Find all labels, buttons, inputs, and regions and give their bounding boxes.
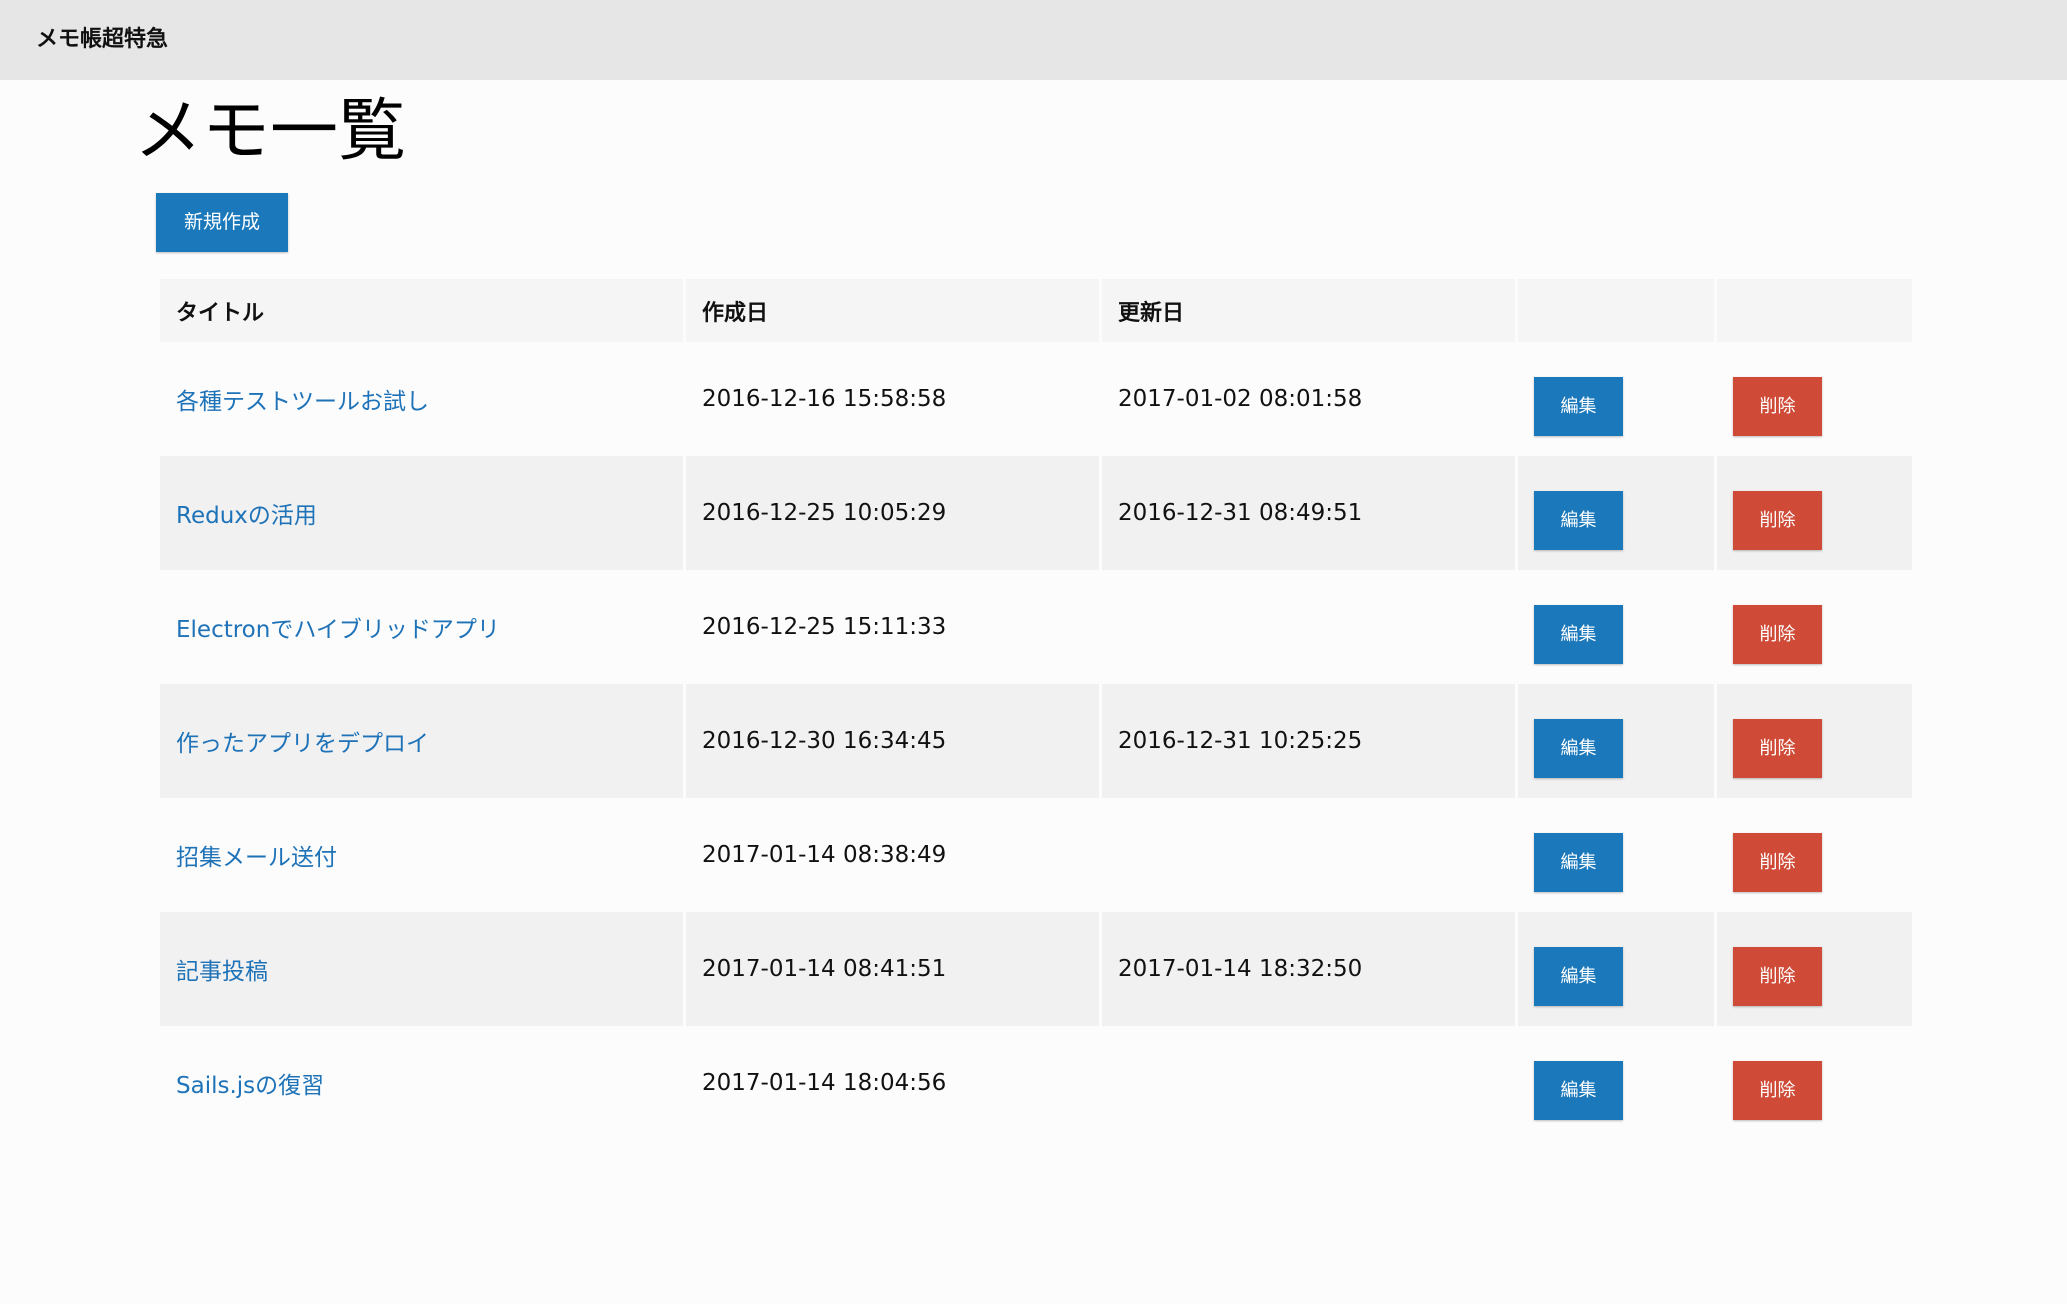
- edit-cell: 編集: [1518, 570, 1714, 684]
- title-cell: Sails.jsの復習: [160, 1026, 683, 1140]
- title-cell: 記事投稿: [160, 912, 683, 1026]
- updated-cell: 2017-01-02 08:01:58: [1102, 342, 1515, 456]
- created-cell: 2017-01-14 08:38:49: [686, 798, 1099, 912]
- title-cell: 各種テストツールお試し: [160, 342, 683, 456]
- updated-cell: [1102, 798, 1515, 912]
- delete-cell: 削除: [1717, 456, 1912, 570]
- table-row: Electronでハイブリッドアプリ 2016-12-25 15:11:33 編…: [160, 570, 1912, 684]
- edit-button[interactable]: 編集: [1534, 719, 1623, 778]
- memo-title-link[interactable]: Reduxの活用: [176, 503, 317, 529]
- edit-cell: 編集: [1518, 342, 1714, 456]
- delete-button[interactable]: 削除: [1733, 947, 1822, 1006]
- updated-cell: [1102, 570, 1515, 684]
- delete-button[interactable]: 削除: [1733, 833, 1822, 892]
- title-cell: Reduxの活用: [160, 456, 683, 570]
- title-cell: 招集メール送付: [160, 798, 683, 912]
- memo-title-link[interactable]: 作ったアプリをデプロイ: [176, 731, 429, 757]
- memo-title-link[interactable]: Electronでハイブリッドアプリ: [176, 617, 500, 643]
- memo-title-link[interactable]: 各種テストツールお試し: [176, 389, 429, 415]
- table-header-row: タイトル 作成日 更新日: [160, 279, 1912, 342]
- delete-button[interactable]: 削除: [1733, 605, 1822, 664]
- updated-cell: 2016-12-31 08:49:51: [1102, 456, 1515, 570]
- column-header-created: 作成日: [686, 279, 1099, 342]
- column-header-delete: [1717, 279, 1912, 342]
- delete-button[interactable]: 削除: [1733, 719, 1822, 778]
- edit-button[interactable]: 編集: [1534, 605, 1623, 664]
- table-row: 作ったアプリをデプロイ 2016-12-30 16:34:45 2016-12-…: [160, 684, 1912, 798]
- memo-title-link[interactable]: Sails.jsの復習: [176, 1073, 324, 1099]
- edit-cell: 編集: [1518, 912, 1714, 1026]
- memo-table: タイトル 作成日 更新日 各種テストツールお試し 2016-12-16 15:5…: [157, 279, 1915, 1140]
- edit-button[interactable]: 編集: [1534, 1061, 1623, 1120]
- table-row: 各種テストツールお試し 2016-12-16 15:58:58 2017-01-…: [160, 342, 1912, 456]
- created-cell: 2017-01-14 18:04:56: [686, 1026, 1099, 1140]
- top-navbar: メモ帳超特急: [0, 0, 2067, 80]
- updated-cell: [1102, 1026, 1515, 1140]
- edit-cell: 編集: [1518, 456, 1714, 570]
- edit-cell: 編集: [1518, 1026, 1714, 1140]
- delete-button[interactable]: 削除: [1733, 1061, 1822, 1120]
- title-cell: Electronでハイブリッドアプリ: [160, 570, 683, 684]
- edit-cell: 編集: [1518, 798, 1714, 912]
- edit-button[interactable]: 編集: [1534, 377, 1623, 436]
- delete-cell: 削除: [1717, 684, 1912, 798]
- created-cell: 2016-12-25 15:11:33: [686, 570, 1099, 684]
- table-row: 招集メール送付 2017-01-14 08:38:49 編集 削除: [160, 798, 1912, 912]
- column-header-edit: [1518, 279, 1714, 342]
- memo-title-link[interactable]: 記事投稿: [176, 959, 268, 985]
- created-cell: 2016-12-25 10:05:29: [686, 456, 1099, 570]
- delete-button[interactable]: 削除: [1733, 491, 1822, 550]
- updated-cell: 2016-12-31 10:25:25: [1102, 684, 1515, 798]
- delete-button[interactable]: 削除: [1733, 377, 1822, 436]
- title-cell: 作ったアプリをデプロイ: [160, 684, 683, 798]
- delete-cell: 削除: [1717, 342, 1912, 456]
- delete-cell: 削除: [1717, 1026, 1912, 1140]
- created-cell: 2017-01-14 08:41:51: [686, 912, 1099, 1026]
- edit-button[interactable]: 編集: [1534, 491, 1623, 550]
- delete-cell: 削除: [1717, 912, 1912, 1026]
- created-cell: 2016-12-16 15:58:58: [686, 342, 1099, 456]
- table-row: Reduxの活用 2016-12-25 10:05:29 2016-12-31 …: [160, 456, 1912, 570]
- updated-cell: 2017-01-14 18:32:50: [1102, 912, 1515, 1026]
- table-row: 記事投稿 2017-01-14 08:41:51 2017-01-14 18:3…: [160, 912, 1912, 1026]
- delete-cell: 削除: [1717, 570, 1912, 684]
- column-header-title: タイトル: [160, 279, 683, 342]
- table-row: Sails.jsの復習 2017-01-14 18:04:56 編集 削除: [160, 1026, 1912, 1140]
- memo-title-link[interactable]: 招集メール送付: [176, 845, 337, 871]
- column-header-updated: 更新日: [1102, 279, 1515, 342]
- delete-cell: 削除: [1717, 798, 1912, 912]
- edit-cell: 編集: [1518, 684, 1714, 798]
- page-title: メモ一覧: [134, 92, 407, 171]
- created-cell: 2016-12-30 16:34:45: [686, 684, 1099, 798]
- edit-button[interactable]: 編集: [1534, 947, 1623, 1006]
- edit-button[interactable]: 編集: [1534, 833, 1623, 892]
- new-memo-button[interactable]: 新規作成: [156, 193, 288, 252]
- brand-link[interactable]: メモ帳超特急: [36, 0, 168, 80]
